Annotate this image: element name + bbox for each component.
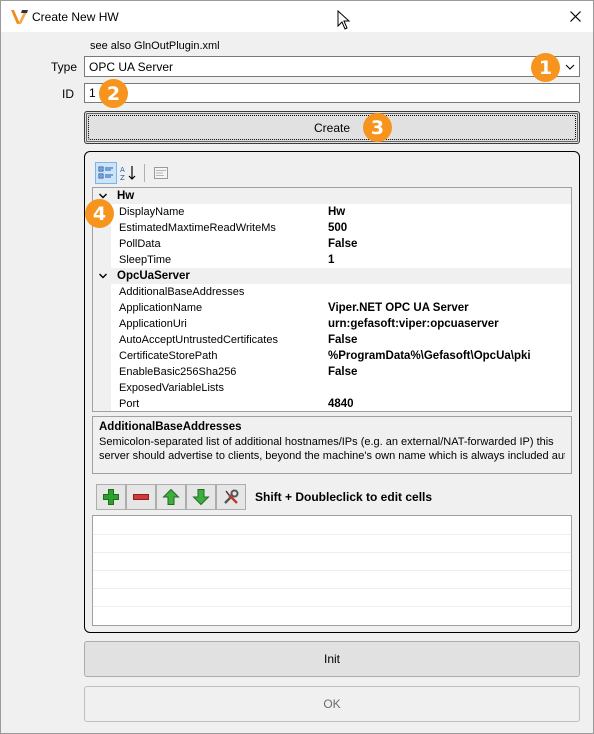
list-row-divider: [93, 570, 571, 571]
edit-cells-hint: Shift + Doubleclick to edit cells: [255, 490, 433, 504]
help-description-line2: server should advertise to clients, beyo…: [99, 450, 565, 462]
category-name: OpcUaServer: [117, 270, 190, 282]
wrench-screwdriver-icon: [224, 489, 239, 504]
property-row[interactable]: EnableBasic256Sha256 False: [93, 364, 571, 380]
property-name: SleepTime: [119, 254, 172, 266]
property-value: 4840: [328, 398, 354, 410]
help-description-line1: Semicolon-separated list of additional h…: [99, 436, 554, 448]
chevron-down-icon: [565, 64, 575, 70]
category-hw[interactable]: Hw: [93, 188, 571, 204]
mouse-cursor-icon: [337, 10, 351, 30]
create-button[interactable]: Create: [84, 111, 580, 144]
minus-icon: [133, 494, 149, 500]
property-value: Viper.NET OPC UA Server: [328, 302, 469, 314]
property-name: AdditionalBaseAddresses: [119, 286, 245, 298]
list-row-divider: [93, 534, 571, 535]
help-title: AdditionalBaseAddresses: [99, 421, 242, 433]
property-row[interactable]: AdditionalBaseAddresses: [93, 284, 571, 300]
item-list[interactable]: [92, 515, 572, 626]
property-help-panel: AdditionalBaseAddresses Semicolon-separa…: [92, 416, 572, 474]
close-icon: [569, 11, 581, 22]
arrow-down-icon: [192, 489, 210, 506]
type-label: Type: [51, 60, 78, 74]
id-label: ID: [62, 87, 74, 101]
callout-badge-1: 1: [531, 53, 560, 82]
tools-button[interactable]: [216, 484, 246, 510]
property-name: CertificateStorePath: [119, 350, 218, 362]
list-toolbar: [96, 484, 246, 510]
property-name: AutoAcceptUntrustedCertificates: [119, 334, 278, 346]
focus-rectangle: [88, 115, 576, 140]
property-row[interactable]: PollData False: [93, 236, 571, 252]
remove-button[interactable]: [126, 484, 156, 510]
property-value: False: [328, 366, 358, 378]
create-hw-dialog: Create New HW see also GlnOutPlugin.xml …: [0, 0, 594, 734]
property-row[interactable]: AutoAcceptUntrustedCertificates False: [93, 332, 571, 348]
type-select-value: OPC UA Server: [89, 60, 174, 74]
callout-badge-3: 3: [363, 113, 392, 142]
svg-text:Z: Z: [120, 174, 125, 181]
plus-icon: [103, 489, 119, 505]
property-row[interactable]: Port 4840: [93, 396, 571, 412]
id-input-box[interactable]: [84, 83, 580, 103]
plugin-hint: see also GlnOutPlugin.xml: [90, 40, 220, 52]
property-row[interactable]: ApplicationName Viper.NET OPC UA Server: [93, 300, 571, 316]
property-row[interactable]: CertificateStorePath %ProgramData%\Gefas…: [93, 348, 571, 364]
property-value: 1: [328, 254, 335, 266]
property-row[interactable]: ApplicationUri urn:gefasoft:viper:opcuas…: [93, 316, 571, 332]
callout-badge-2: 2: [99, 79, 128, 108]
title-bar: Create New HW: [1, 1, 593, 32]
categorized-button[interactable]: [95, 162, 117, 184]
category-name: Hw: [117, 190, 135, 202]
property-grid-toolbar: A Z: [95, 162, 173, 184]
app-logo-icon: [11, 10, 28, 24]
property-value: 500: [328, 222, 348, 234]
property-name: DisplayName: [119, 206, 185, 218]
category-opcuaserver[interactable]: OpcUaServer: [93, 268, 571, 284]
list-row-divider: [93, 588, 571, 589]
property-row[interactable]: ExposedVariableLists: [93, 380, 571, 396]
property-name: Port: [119, 398, 140, 410]
property-grid[interactable]: Hw DisplayName Hw EstimatedMaxtimeReadWr…: [92, 187, 572, 412]
property-name: ExposedVariableLists: [119, 382, 224, 394]
property-value: %ProgramData%\Gefasoft\OpcUa\pki: [328, 350, 531, 362]
list-row-divider: [93, 606, 571, 607]
ok-button[interactable]: OK: [84, 686, 580, 722]
property-name: PollData: [119, 238, 161, 250]
property-pages-icon: [154, 167, 168, 179]
categorized-icon: [98, 166, 113, 179]
property-name: ApplicationUri: [119, 318, 187, 330]
toolbar-separator: [144, 164, 145, 182]
property-value: Hw: [328, 206, 346, 218]
arrow-up-icon: [162, 488, 180, 505]
callout-badge-4: 4: [85, 199, 114, 228]
property-row[interactable]: SleepTime 1: [93, 252, 571, 268]
add-button[interactable]: [96, 484, 126, 510]
init-button-label: Init: [323, 652, 340, 666]
sort-alphabetical-icon: A Z: [120, 166, 136, 181]
id-input[interactable]: [85, 84, 579, 102]
window-title: Create New HW: [32, 10, 119, 24]
property-name: EstimatedMaxtimeReadWriteMs: [119, 222, 276, 234]
chevron-down-icon: [99, 273, 107, 279]
property-pages-button: [150, 162, 172, 184]
svg-text:A: A: [120, 166, 125, 174]
property-name: EnableBasic256Sha256: [119, 366, 237, 378]
property-value: False: [328, 238, 358, 250]
move-up-button[interactable]: [156, 484, 186, 510]
alphabetical-button[interactable]: A Z: [118, 162, 140, 184]
type-select[interactable]: OPC UA Server: [84, 56, 580, 77]
property-value: urn:gefasoft:viper:opcuaserver: [328, 318, 499, 330]
property-name: ApplicationName: [119, 302, 203, 314]
ok-button-label: OK: [323, 697, 341, 711]
move-down-button[interactable]: [186, 484, 216, 510]
property-value: False: [328, 334, 358, 346]
close-button[interactable]: [557, 1, 593, 32]
property-row[interactable]: DisplayName Hw: [93, 204, 571, 220]
list-row-divider: [93, 552, 571, 553]
init-button[interactable]: Init: [84, 641, 580, 677]
property-row[interactable]: EstimatedMaxtimeReadWriteMs 500: [93, 220, 571, 236]
